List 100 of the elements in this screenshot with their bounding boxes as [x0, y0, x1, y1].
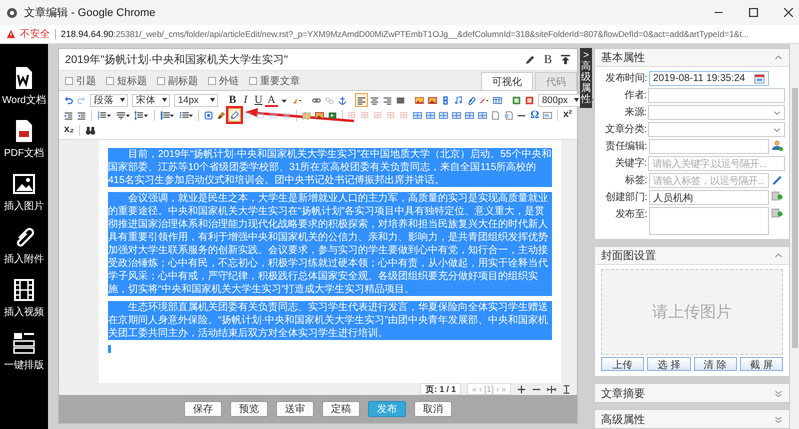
url-path[interactable]: :25381/_web/_cms/folder/api/articleEdit/new.rst?_p=YXM9MzAmdD00MiZwPTEmbT1OJg__&defColumnId=318&siteFolderId=807&flowDefId=0&act=add&artTypeId=1&t... — [113, 29, 749, 39]
field-label: 责任编辑: — [604, 140, 647, 154]
table-op-icon — [348, 110, 358, 120]
italic-button[interactable]: I — [239, 93, 252, 107]
select-field[interactable] — [648, 122, 785, 137]
cover-button[interactable]: 截 屏 — [740, 357, 783, 371]
field-label: 来源: — [624, 106, 646, 120]
layout-icon — [12, 331, 36, 355]
caret-icon — [574, 98, 579, 102]
sidebar-item[interactable]: 插入图片 — [4, 172, 44, 213]
close-icon — [784, 8, 793, 17]
field-label: 作者: — [624, 88, 646, 103]
field-label: 发布至: — [614, 208, 647, 222]
option-checkbox[interactable]: 重要文章 — [249, 72, 300, 90]
align-right-icon — [383, 94, 392, 106]
dropdown[interactable]: 14px — [174, 94, 218, 106]
dropdown[interactable]: 段落 — [90, 94, 128, 106]
brush-icon — [217, 110, 226, 120]
align-left-button[interactable] — [355, 93, 368, 107]
table-grid-icon — [478, 110, 488, 120]
font-color-button[interactable]: A — [265, 94, 278, 106]
script-button[interactable]: x² — [561, 108, 574, 122]
cover-button[interactable]: 上传 — [601, 357, 644, 371]
input-field[interactable]: 2019-08-11 19:35:24 — [649, 71, 769, 86]
cover-button[interactable]: 选 择 — [647, 357, 690, 371]
card-header[interactable]: 封面图设置 — [595, 247, 789, 265]
dropdown[interactable]: 800px — [538, 94, 582, 106]
chevron-down-icon — [773, 126, 781, 134]
scrollbar[interactable] — [790, 44, 799, 429]
select-field[interactable] — [648, 105, 785, 120]
paragraph-spacing-icon — [116, 110, 130, 120]
music-button[interactable] — [452, 93, 465, 107]
url-host[interactable]: 218.94.64.90 — [60, 29, 114, 39]
option-checkbox[interactable]: 引题 — [65, 72, 96, 90]
underline-button[interactable]: U — [252, 93, 265, 107]
card-header[interactable]: 文章摘要 — [595, 384, 789, 402]
video-icon — [328, 110, 338, 120]
field-label: 关键字: — [614, 156, 646, 171]
dropdown[interactable]: 宋体 — [132, 94, 170, 106]
browser-icon — [6, 6, 18, 18]
sidebar-item[interactable]: 插入附件 — [4, 225, 44, 266]
action-button[interactable]: 预览 — [230, 401, 268, 417]
table-grid-icon — [439, 110, 448, 120]
option-checkbox[interactable]: 副标题 — [157, 72, 198, 90]
line-height-icon — [96, 110, 112, 120]
film-icon — [441, 94, 450, 106]
sidebar-item[interactable]: Word文档 — [2, 66, 46, 107]
template-icon — [504, 110, 514, 120]
view-tab[interactable]: 可视化 — [481, 72, 533, 90]
cover-button[interactable]: 清 除 — [694, 357, 737, 371]
table-icon — [493, 94, 502, 106]
table-grid-icon — [452, 110, 462, 120]
upload-hint: 请上传图片 — [652, 302, 732, 322]
paragraph-text: 会议强调，就业是民生之本，大学生是新增就业人口的主力军，高质量的实习是实现高质量就业的重要途径。中央和国家机关大学生实习在“扬帆计划”各实习项目中具有独特定位、意义重大，是贯彻推进国家治理体系和治理能力现代化战略要求的积极探索，对培养和担当民族复兴大任的时代新人具有重要引领作用，有利于增强中央和国家机关的公信力、亲和力、影响力，是共青团组织发挥优势加强对大学生联系服务的创新实践。会议要求，参与实习的学生要做到心中有党，知行合一，主动接受政治锤炼；心中有民，不忘初心，积极学习练就过硬本领；心中有责，从小做起，用实干诠释当代学子风采；心中有戒，严守纪律，积极践行总体国家安全观。各级团组织要充分做好项目的组织实施，切实将“中央和国家机关大学生实习”打造成大学生实习精品项目。 — [108, 192, 552, 296]
title-field[interactable]: 2019年"扬帆计划·中央和国家机关大学生实习" — [65, 54, 517, 66]
sidebar-item[interactable]: 插入视频 — [4, 278, 44, 319]
bold-button[interactable]: B — [226, 93, 239, 107]
maximize-icon — [749, 8, 758, 17]
input-field[interactable] — [649, 207, 769, 235]
input-field[interactable] — [648, 88, 785, 103]
anchor-icon — [338, 94, 347, 106]
picture-icon — [428, 94, 437, 106]
text-cursor — [108, 345, 111, 353]
page-count: 页: 1 / 1 — [420, 383, 461, 395]
justify-icon — [396, 94, 405, 106]
image-icon — [415, 94, 424, 106]
org-picker-icon — [771, 190, 783, 202]
side-panel-toggle[interactable]: > 高级属性 — [580, 48, 592, 108]
script-button[interactable]: x₂ — [62, 123, 76, 137]
table-op-icon — [361, 110, 370, 120]
action-button[interactable]: 保存 — [184, 401, 222, 417]
pen-icon — [524, 54, 536, 65]
security-label: 不安全 — [20, 28, 50, 41]
input-field[interactable] — [649, 139, 769, 154]
table-op-icon — [400, 110, 410, 120]
image-float-icon — [243, 110, 252, 120]
special-character-button[interactable]: Ω — [528, 108, 542, 122]
action-button[interactable]: 送审 — [276, 401, 314, 417]
option-checkbox[interactable]: 短标题 — [106, 72, 147, 90]
option-checkbox[interactable]: 外链 — [208, 72, 239, 90]
card-header[interactable]: 基本属性 — [595, 49, 789, 67]
table-grid-icon — [426, 110, 436, 120]
bold-title-button[interactable]: B — [544, 52, 552, 67]
field-label: 标签: — [624, 174, 647, 188]
table-op-icon — [374, 110, 384, 120]
music-icon — [454, 94, 463, 106]
sidebar-item[interactable]: 一键排版 — [4, 331, 44, 372]
indent-icon — [64, 110, 74, 120]
card-header[interactable]: 高级属性 — [595, 410, 789, 428]
calendar-icon — [754, 73, 765, 84]
input-field[interactable]: 人员机构 — [649, 190, 769, 205]
caret-icon — [162, 98, 167, 102]
paperclip-icon — [467, 94, 476, 106]
table-grid-icon — [413, 110, 422, 120]
undo-icon — [64, 94, 73, 106]
field-label: 文章分类: — [604, 122, 646, 137]
action-button[interactable]: 定稿 — [322, 401, 360, 417]
pin-top-icon — [560, 54, 571, 65]
sidebar-item[interactable]: PDF文档 — [4, 119, 44, 160]
action-button[interactable]: 取消 — [414, 401, 452, 417]
